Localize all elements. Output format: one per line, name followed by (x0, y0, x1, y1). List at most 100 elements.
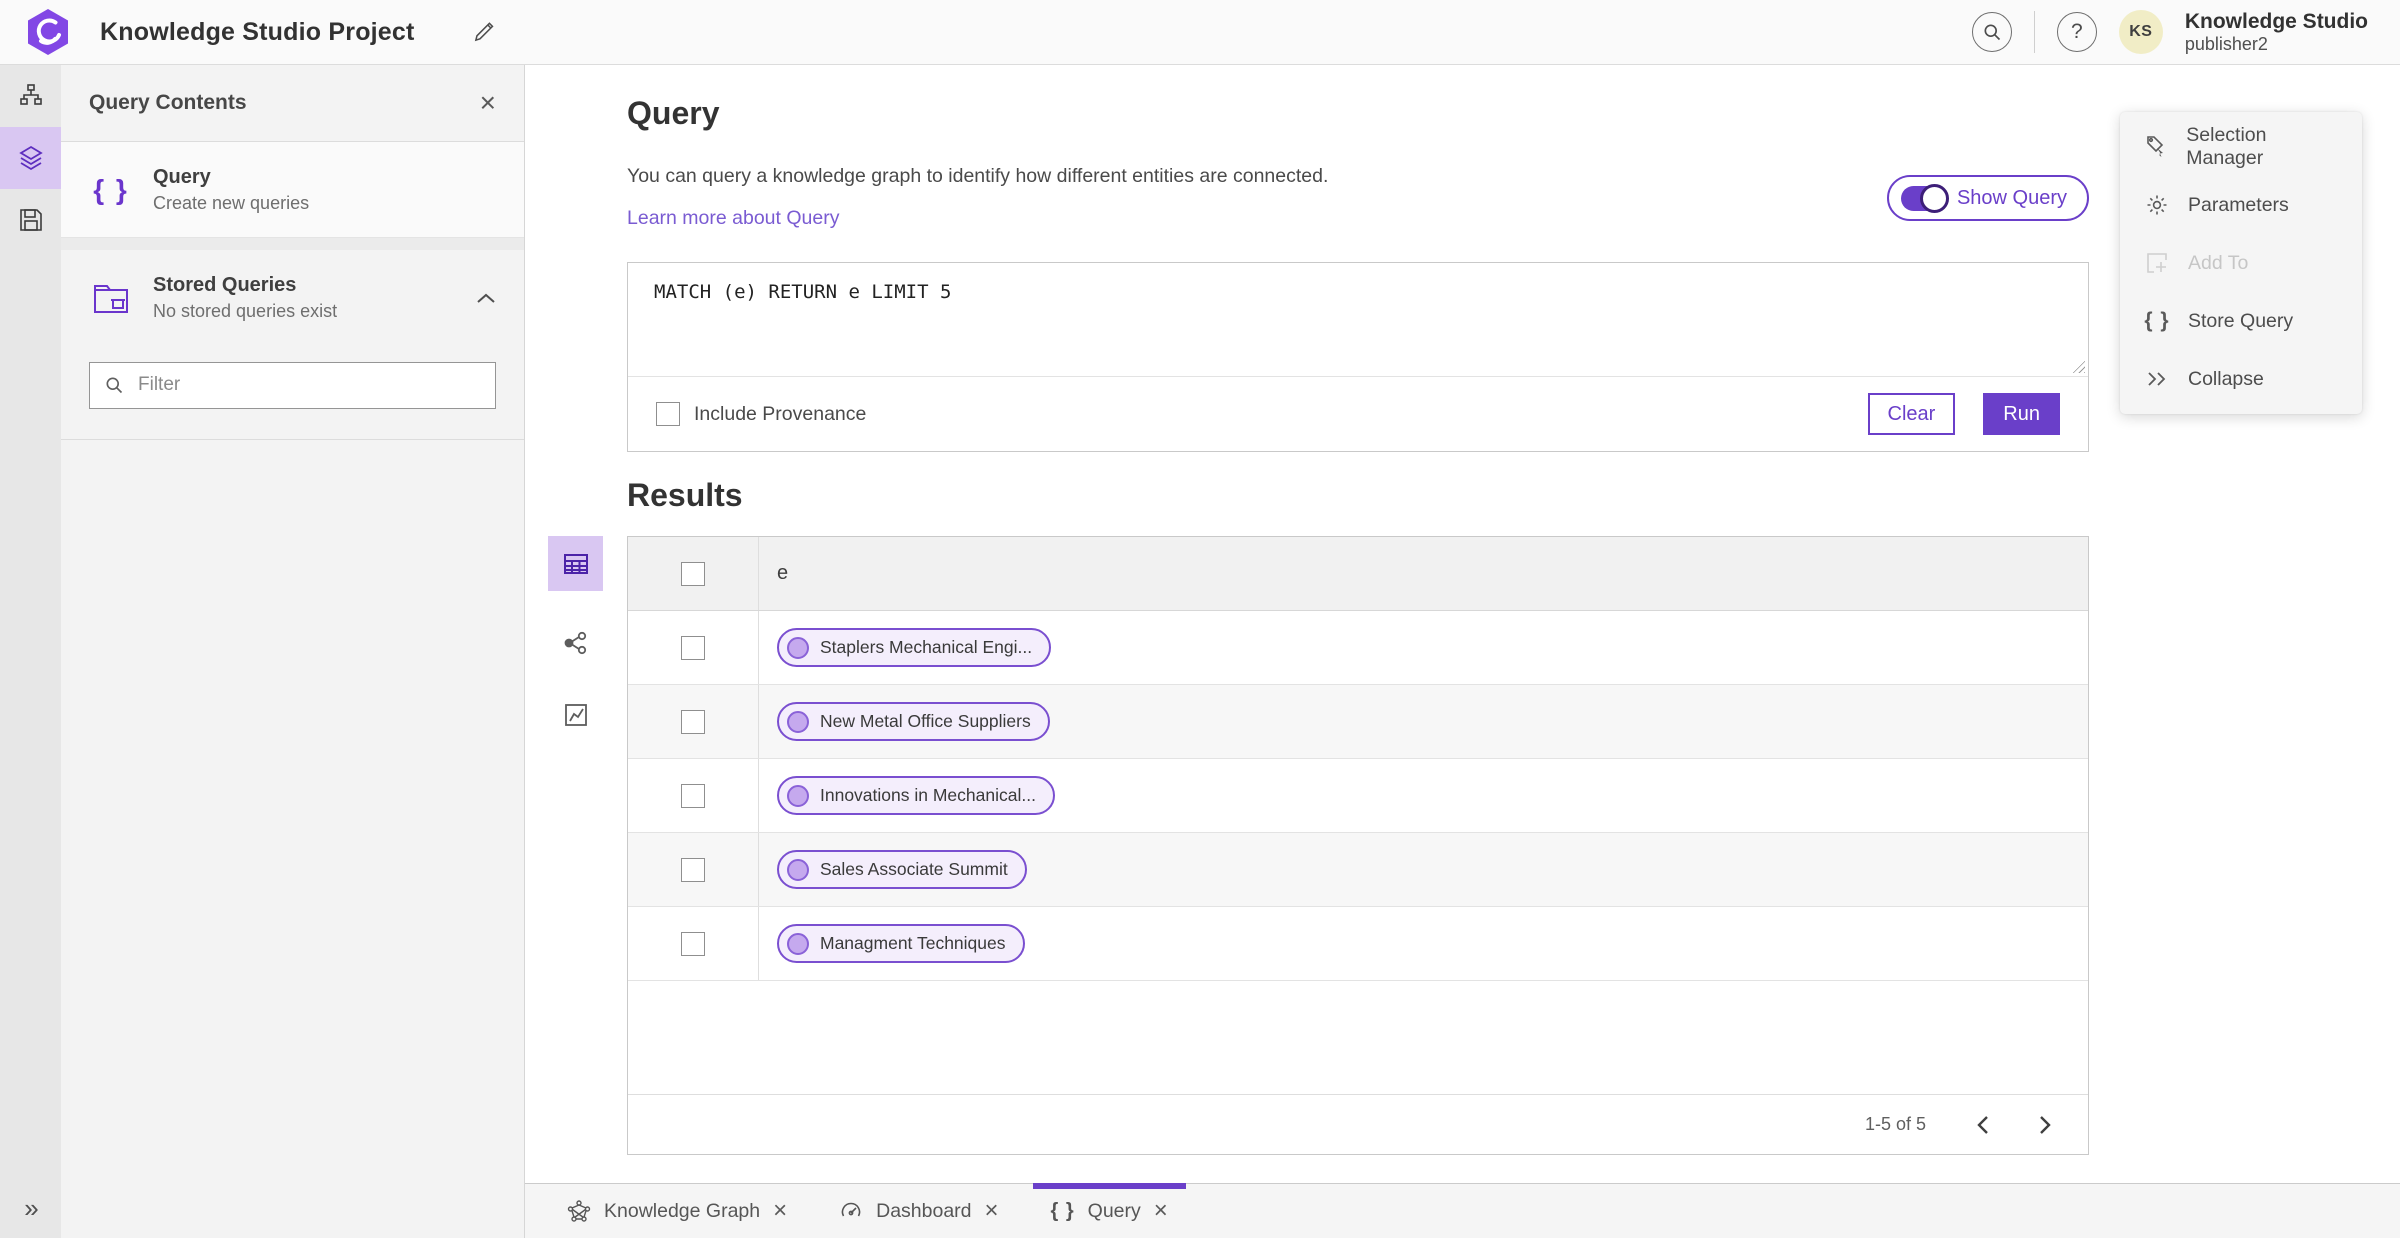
edit-title-button[interactable] (471, 19, 497, 45)
query-description: You can query a knowledge graph to ident… (627, 165, 1329, 187)
panel-item-query[interactable]: { } Query Create new queries (61, 142, 524, 239)
panel-item-subtitle: Create new queries (153, 193, 310, 213)
results-view-switcher (548, 536, 603, 735)
panel-item-stored-queries[interactable]: Stored Queries No stored queries exist (61, 250, 524, 345)
include-provenance-label: Include Provenance (694, 402, 867, 425)
contents-rail-button[interactable] (0, 127, 61, 189)
menu-item-selection-manager[interactable]: Selection Manager (2120, 118, 2362, 176)
help-button[interactable]: ? (2056, 11, 2097, 52)
menu-item-label: Add To (2188, 251, 2249, 274)
entity-label: Sales Associate Summit (820, 859, 1008, 879)
run-button[interactable]: Run (1983, 393, 2060, 435)
chart-view-button[interactable] (548, 695, 603, 735)
menu-item-collapse[interactable]: Collapse (2120, 350, 2362, 408)
include-provenance-option[interactable]: Include Provenance (656, 402, 866, 426)
user-info[interactable]: Knowledge Studio publisher2 (2185, 10, 2368, 55)
app-header: Knowledge Studio Project ? KS Knowledge … (0, 0, 2400, 65)
row-checkbox[interactable] (681, 783, 705, 808)
close-icon: × (479, 87, 496, 118)
project-title: Knowledge Studio Project (100, 17, 415, 46)
table-row: Managment Techniques (628, 907, 2088, 981)
include-provenance-checkbox[interactable] (656, 402, 680, 426)
menu-item-label: Selection Manager (2186, 124, 2267, 169)
filter-section (61, 346, 524, 440)
entity-chip[interactable]: Managment Techniques (777, 924, 1025, 963)
row-checkbox[interactable] (681, 857, 705, 882)
toggle-switch (1900, 183, 1949, 213)
close-tab-icon[interactable]: × (985, 1199, 999, 1223)
entity-dot-icon (787, 636, 809, 659)
previous-page-button[interactable] (1970, 1109, 1995, 1141)
braces-icon: { } (2144, 309, 2170, 332)
panel-item-text: Stored Queries No stored queries exist (153, 272, 456, 323)
panel-header: Query Contents × (61, 65, 524, 142)
row-checkbox[interactable] (681, 709, 705, 734)
entity-label: Managment Techniques (820, 933, 1006, 953)
clear-button[interactable]: Clear (1867, 393, 1956, 435)
link-chart-view-button[interactable] (548, 623, 603, 663)
knowledge-graph-icon (567, 1199, 591, 1223)
menu-item-label: Collapse (2188, 367, 2264, 390)
next-page-button[interactable] (2033, 1109, 2058, 1141)
entity-dot-icon (787, 932, 809, 955)
menu-item-parameters[interactable]: Parameters (2120, 176, 2362, 234)
entity-chip[interactable]: Sales Associate Summit (777, 850, 1027, 889)
tab-label: Knowledge Graph (604, 1199, 761, 1222)
close-tab-icon[interactable]: × (773, 1199, 787, 1223)
left-rail: » (0, 65, 61, 1238)
table-view-button[interactable] (548, 536, 603, 591)
braces-icon: { } (93, 173, 129, 205)
show-query-toggle[interactable]: Show Query (1886, 175, 2089, 221)
header-actions: ? KS Knowledge Studio publisher2 (1971, 9, 2400, 55)
magnifier-icon (104, 375, 124, 395)
chevron-up-icon[interactable] (476, 292, 496, 304)
query-textarea[interactable]: MATCH (e) RETURN e LIMIT 5 (628, 263, 2088, 376)
saved-rail-button[interactable] (0, 189, 61, 251)
entity-chip[interactable]: Innovations in Mechanical... (777, 776, 1055, 815)
bottom-tab-bar: Knowledge Graph × Dashboard × { } Query … (525, 1183, 2400, 1238)
link-chart-icon (563, 630, 589, 656)
double-chevron-right-icon (2144, 370, 2170, 388)
entity-chip[interactable]: New Metal Office Suppliers (777, 702, 1050, 741)
filter-input[interactable] (138, 374, 481, 397)
toggle-knob (1919, 183, 1949, 213)
entity-dot-icon (787, 710, 809, 733)
avatar[interactable]: KS (2118, 9, 2163, 54)
search-button[interactable] (1971, 11, 2012, 52)
learn-more-link[interactable]: Learn more about Query (627, 207, 839, 230)
row-checkbox[interactable] (681, 931, 705, 956)
query-editor-footer: Include Provenance Clear Run (628, 377, 2088, 451)
main-area: Query You can query a knowledge graph to… (525, 65, 2400, 1183)
row-checkbox[interactable] (681, 635, 705, 660)
panel-item-text: Query Create new queries (153, 164, 496, 215)
menu-item-store-query[interactable]: { } Store Query (2120, 292, 2362, 350)
entity-dot-icon (787, 784, 809, 807)
data-model-rail-button[interactable] (0, 65, 61, 127)
user-org: Knowledge Studio (2184, 9, 2368, 33)
panel-item-title: Stored Queries (153, 274, 297, 297)
add-to-icon (2144, 251, 2170, 275)
entity-chip[interactable]: Staplers Mechanical Engi... (777, 628, 1052, 667)
user-name: publisher2 (2184, 33, 2268, 54)
dashboard-gauge-icon (839, 1199, 863, 1223)
expand-rail-button[interactable]: » (0, 1193, 61, 1224)
panel-title: Query Contents (89, 91, 247, 114)
tab-query[interactable]: { } Query × (1025, 1183, 1194, 1238)
query-editor: MATCH (e) RETURN e LIMIT 5 (628, 263, 2088, 377)
query-tools-menu: Selection Manager Parameters Add To {} … (2120, 112, 2362, 414)
entity-dot-icon (787, 858, 809, 881)
table-header-row: e (628, 537, 2088, 611)
menu-item-label: Store Query (2188, 309, 2294, 332)
query-buttons: Clear Run (1867, 393, 2060, 435)
close-panel-button[interactable]: × (480, 89, 496, 117)
tab-knowledge-graph[interactable]: Knowledge Graph × (541, 1184, 813, 1238)
results-title: Results (627, 477, 743, 513)
question-icon: ? (2071, 19, 2083, 43)
table-row: Innovations in Mechanical... (628, 759, 2088, 833)
menu-item-label: Parameters (2188, 193, 2289, 216)
close-tab-icon[interactable]: × (1154, 1199, 1168, 1223)
tab-dashboard[interactable]: Dashboard × (813, 1184, 1024, 1238)
app-root: Knowledge Studio Project ? KS Knowledge … (0, 0, 2400, 1238)
select-all-checkbox[interactable] (681, 561, 705, 586)
tab-label: Dashboard (876, 1199, 972, 1222)
